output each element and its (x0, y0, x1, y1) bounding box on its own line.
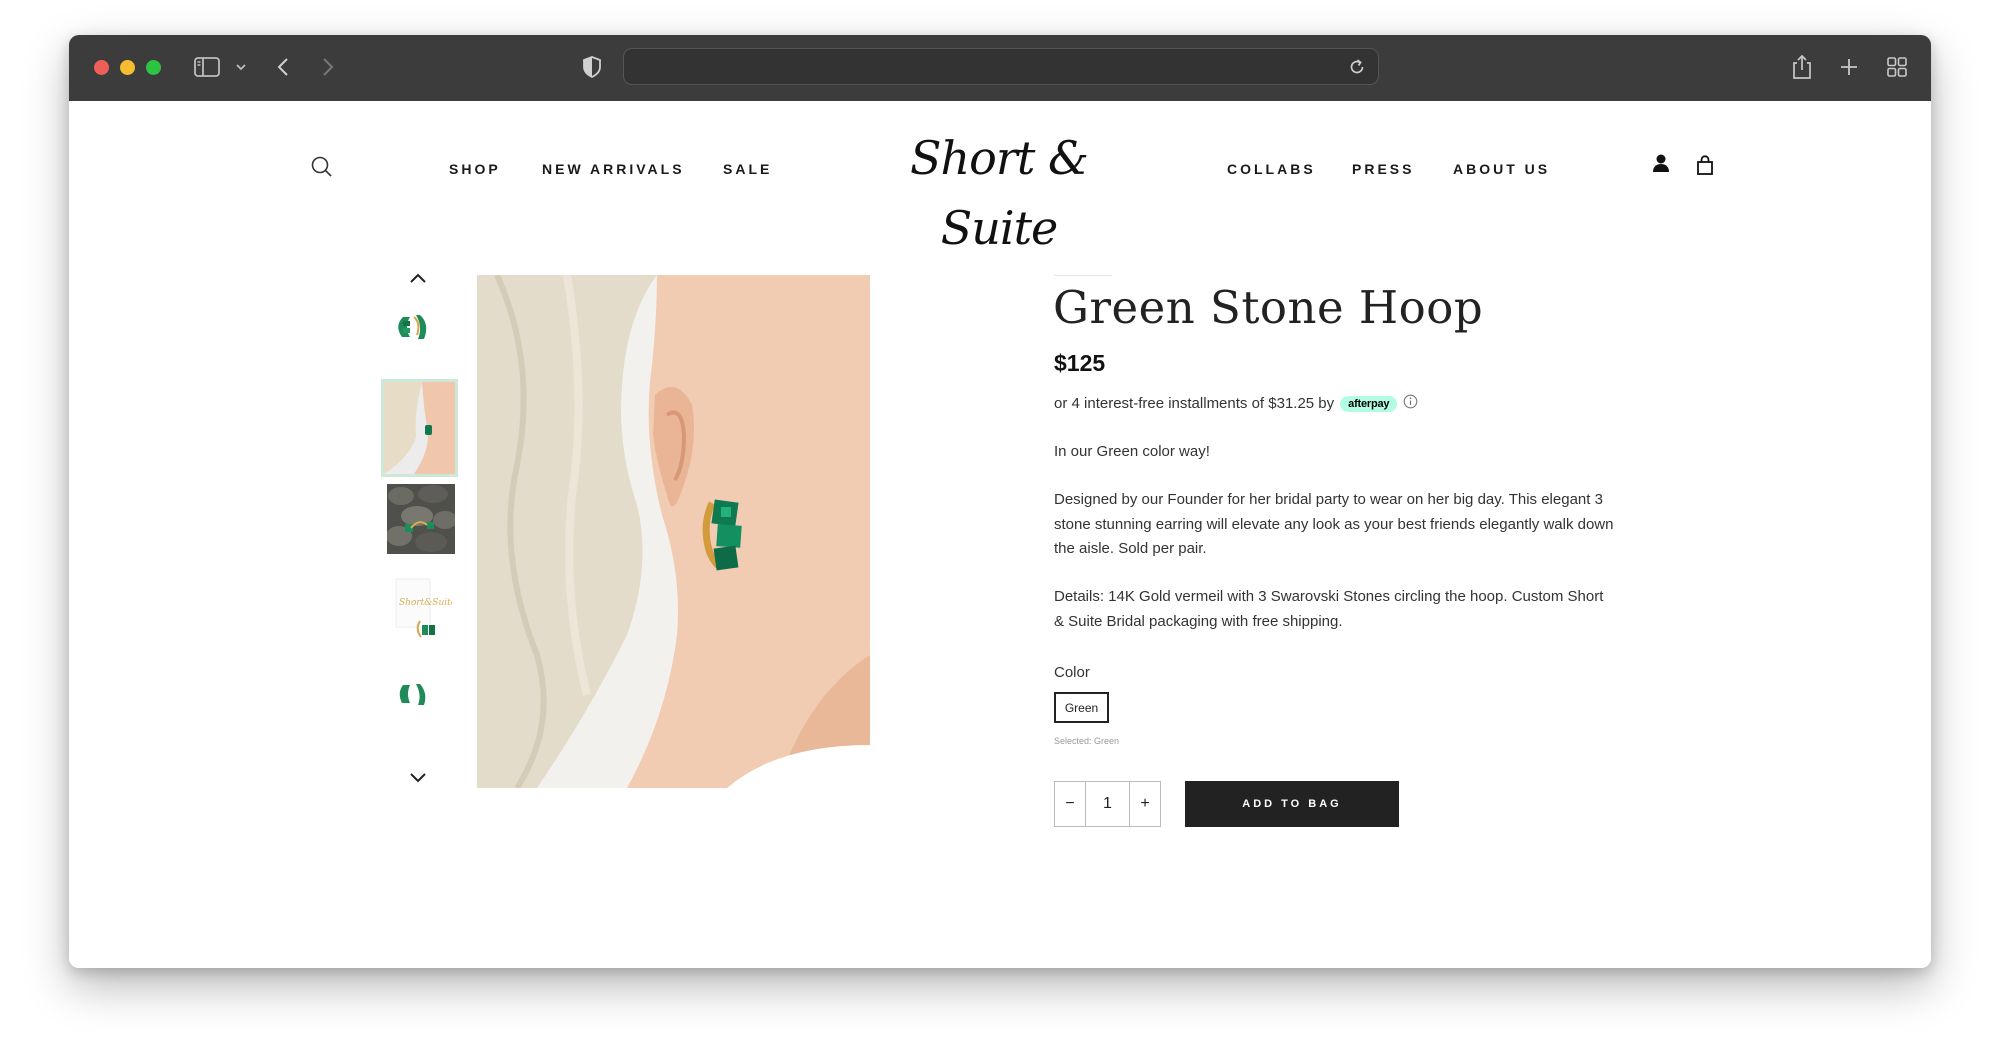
privacy-shield-icon[interactable] (582, 52, 602, 82)
quantity-input[interactable]: 1 (1085, 782, 1130, 826)
search-icon[interactable] (310, 155, 334, 184)
browser-window: SHOP NEW ARRIVALS SALE Short & Suite COL… (69, 35, 1931, 968)
color-option-green[interactable]: Green (1054, 692, 1109, 723)
title-divider (1054, 275, 1112, 276)
new-tab-icon[interactable] (1839, 52, 1859, 82)
product-price: $125 (1054, 350, 1106, 376)
share-icon[interactable] (1791, 52, 1813, 82)
add-to-bag-button[interactable]: ADD TO BAG (1185, 781, 1399, 827)
chevron-down-icon[interactable] (235, 52, 247, 82)
address-bar[interactable] (623, 48, 1379, 85)
thumbnail-1[interactable] (384, 299, 452, 389)
minimize-window-button[interactable] (120, 60, 135, 75)
nav-shop[interactable]: SHOP (449, 161, 501, 177)
browser-toolbar (69, 35, 1931, 101)
nav-collabs[interactable]: COLLABS (1227, 161, 1316, 177)
sidebar-toggle-icon[interactable] (194, 52, 220, 82)
description-intro: In our Green color way! (1054, 443, 1210, 460)
account-icon[interactable] (1652, 153, 1670, 178)
quantity-decrease-button[interactable]: − (1055, 782, 1085, 826)
nav-press[interactable]: PRESS (1352, 161, 1414, 177)
nav-new-arrivals[interactable]: NEW ARRIVALS (542, 161, 685, 177)
thumbnail-3[interactable] (387, 484, 455, 554)
reload-icon[interactable] (1348, 58, 1366, 81)
color-label: Color (1054, 664, 1090, 681)
afterpay-text: or 4 interest-free installments of $31.2… (1054, 395, 1335, 412)
shopping-bag-icon[interactable] (1696, 155, 1714, 180)
back-icon[interactable] (276, 52, 290, 82)
description-details: Details: 14K Gold vermeil with 3 Swarovs… (1054, 588, 1604, 630)
chevron-up-icon[interactable] (409, 271, 427, 289)
site-logo[interactable]: Short & Suite (899, 123, 1099, 255)
quantity-increase-button[interactable]: + (1130, 782, 1160, 826)
main-product-photo[interactable] (477, 275, 870, 788)
thumbnail-2[interactable] (381, 379, 458, 477)
quantity-stepper: − 1 + (1054, 781, 1161, 827)
nav-sale[interactable]: SALE (723, 161, 772, 177)
web-page: SHOP NEW ARRIVALS SALE Short & Suite COL… (69, 101, 1931, 968)
close-window-button[interactable] (94, 60, 109, 75)
selected-color-note: Selected: Green (1054, 736, 1120, 746)
afterpay-info: or 4 interest-free installments of $31.2… (1054, 394, 1418, 413)
forward-icon[interactable] (321, 52, 335, 82)
zoom-window-button[interactable] (146, 60, 161, 75)
tab-overview-icon[interactable] (1886, 52, 1908, 82)
chevron-down-icon[interactable] (409, 771, 427, 789)
info-icon[interactable] (1403, 394, 1418, 413)
thumbnail-4[interactable]: Short&Suite (384, 569, 452, 649)
product-title: Green Stone Hoop (1053, 281, 1484, 334)
svg-text:Short&Suite: Short&Suite (399, 598, 452, 608)
nav-about-us[interactable]: ABOUT US (1453, 161, 1550, 177)
thumbnail-5[interactable] (384, 669, 452, 713)
description-body: Designed by our Founder for her bridal p… (1054, 491, 1614, 557)
afterpay-badge[interactable]: afterpay (1340, 395, 1398, 412)
